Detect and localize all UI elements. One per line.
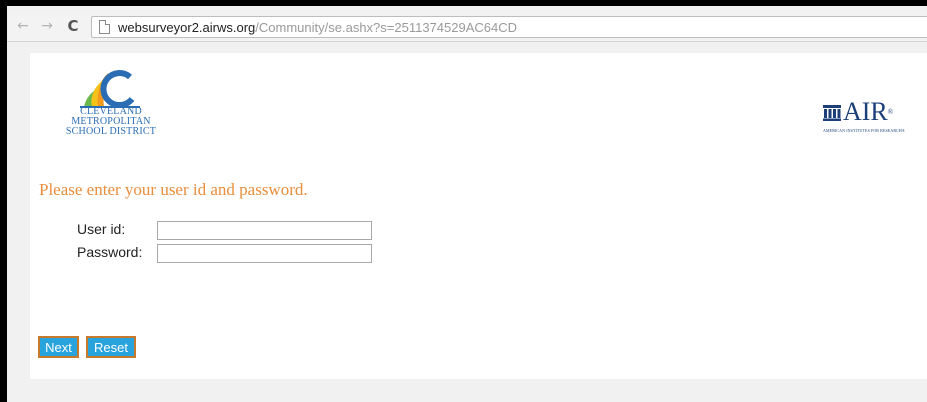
arrow-left-icon[interactable]: ← [15,18,31,34]
air-registered-mark: ® [887,108,894,116]
cmsd-logo-text: CLEVELAND METROPOLITAN SCHOOL DISTRICT [46,107,176,137]
cmsd-line-3: SCHOOL DISTRICT [65,126,157,137]
address-bar[interactable]: websurveyor2.airws.org/Community/se.ashx… [91,16,927,38]
password-input[interactable] [157,244,372,263]
cleveland-school-district-logo: CLEVELAND METROPOLITAN SCHOOL DISTRICT [46,69,186,141]
user-id-input[interactable] [157,221,372,240]
reset-button[interactable]: Reset [86,336,136,358]
url-host: websurveyor2.airws.org [118,20,256,35]
cmsd-emblem-icon [80,70,140,109]
user-id-label: User id: [77,221,126,237]
page-content: CLEVELAND METROPOLITAN SCHOOL DISTRICT A… [30,53,927,379]
url-text[interactable]: websurveyor2.airws.org/Community/se.ashx… [118,20,517,35]
air-logo: AIR® AMERICAN INSTITUTES FOR RESEARCH® [823,99,919,137]
air-building-icon [823,105,841,121]
air-tagline: AMERICAN INSTITUTES FOR RESEARCH® [823,128,906,133]
password-label: Password: [77,244,143,260]
air-word: AIR [843,97,888,126]
air-wordmark: AIR® [843,99,893,125]
login-prompt: Please enter your user id and password. [39,180,308,199]
page-icon [99,20,110,34]
browser-window: ← → C websurveyor2.airws.org/Community/s… [7,6,927,402]
reload-icon[interactable]: C [65,18,81,34]
arrow-right-icon[interactable]: → [39,18,55,34]
browser-toolbar: ← → C websurveyor2.airws.org/Community/s… [7,12,927,42]
url-path: /Community/se.ashx?s=2511374529AC64CD [255,20,517,35]
next-button[interactable]: Next [38,336,79,358]
